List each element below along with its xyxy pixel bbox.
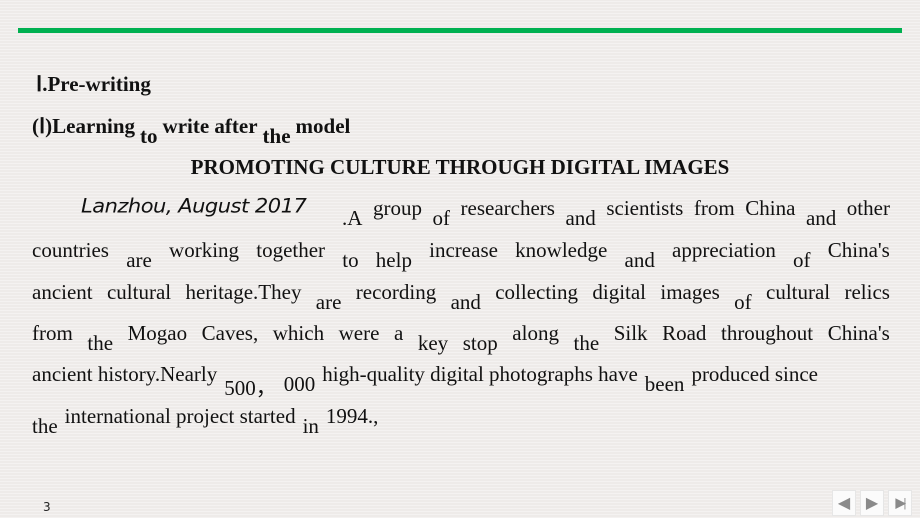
slide-navigation: ◀ ▶ ▶| — [832, 490, 912, 516]
body-word: knowledge — [515, 238, 608, 262]
body-word: Caves, — [201, 321, 259, 345]
subheading-word: model — [295, 114, 351, 138]
body-line: from the Mogao Caves, which were a key stop along… — [32, 321, 890, 361]
top-green-rule — [18, 28, 902, 33]
subheading-word: the — [262, 124, 291, 148]
body-word: 1994., — [325, 404, 379, 428]
next-slide-button[interactable]: ▶ — [860, 490, 884, 516]
body-word: of — [793, 248, 811, 272]
body-word: which — [272, 321, 325, 345]
body-word: images — [660, 280, 720, 304]
body-word: Silk — [613, 321, 648, 345]
body-word: a — [393, 321, 404, 345]
body-word: of — [432, 206, 450, 230]
body-word: Road — [662, 321, 707, 345]
body-word: collecting — [495, 280, 579, 304]
subheading-word: to — [140, 124, 158, 148]
body-word: help — [375, 248, 412, 272]
subheading-word: (Ⅰ)Learning — [32, 114, 136, 138]
body-word: from — [693, 196, 735, 220]
body-word: other — [846, 196, 890, 220]
body-word: Mogao — [127, 321, 188, 345]
skip-to-end-icon: ▶| — [895, 495, 907, 510]
body-word: cultural — [766, 280, 831, 304]
last-slide-button[interactable]: ▶| — [888, 490, 912, 516]
body-word: the — [32, 414, 58, 438]
body-word: stop — [462, 331, 498, 355]
body-word: to — [342, 248, 359, 272]
handwritten-dateline: Lanzhou, August 2017 — [81, 194, 307, 218]
body-word: high-quality digital photographs have — [322, 362, 638, 386]
body-word: been — [644, 372, 685, 396]
subheading-word: write after — [162, 114, 258, 138]
body-word: heritage.They — [185, 280, 302, 304]
body-line: .A group of researchers and scientists from Chi… — [342, 196, 890, 236]
body-line: ancient history.Nearly 500， 000 high-qualit… — [32, 362, 890, 402]
body-word: digital — [592, 280, 647, 304]
body-word: increase — [429, 238, 498, 262]
body-line: countries are working together to help increas… — [32, 238, 890, 278]
body-word: the — [573, 331, 600, 355]
body-word: produced since — [691, 362, 818, 386]
body-word: throughout — [720, 321, 814, 345]
body-word: in — [302, 414, 319, 438]
body-word: are — [126, 248, 152, 272]
body-word: from — [32, 321, 73, 345]
body-word: appreciation — [672, 238, 776, 262]
subheading: (Ⅰ)Learning to write after the model — [32, 114, 355, 148]
body-word: were — [338, 321, 380, 345]
body-word: China — [745, 196, 796, 220]
body-word: relics — [844, 280, 890, 304]
body-word: working — [169, 238, 240, 262]
body-line: ancient cultural heritage.They are recording… — [32, 280, 890, 320]
body-word: 500， — [224, 376, 277, 400]
body-word: group — [372, 196, 422, 220]
body-word: ancient history.Nearly — [32, 362, 218, 386]
body-word: along — [512, 321, 559, 345]
body-word: the — [87, 331, 114, 355]
body-word: China's — [827, 238, 890, 262]
body-word: key — [417, 331, 449, 355]
body-word: countries — [32, 238, 109, 262]
triangle-right-icon: ▶ — [865, 495, 879, 512]
body-word: cultural — [106, 280, 172, 304]
triangle-left-icon: ◀ — [837, 495, 851, 512]
body-word: and — [565, 206, 596, 230]
body-word: scientists — [606, 196, 684, 220]
body-word: of — [734, 290, 752, 314]
body-word: international project started — [64, 404, 296, 428]
body-word: ancient — [32, 280, 93, 304]
body-word: .A — [342, 206, 363, 230]
article-title: PROMOTING CULTURE THROUGH DIGITAL IMAGES — [190, 155, 730, 179]
section-heading: Ⅰ.Pre-writing — [36, 72, 151, 96]
body-word: are — [315, 290, 342, 314]
body-word: 000 — [283, 372, 316, 396]
body-word: researchers — [460, 196, 555, 220]
body-word: together — [256, 238, 326, 262]
body-line: the international project started in 1994., — [32, 404, 890, 444]
body-word: and — [805, 206, 837, 230]
body-word: and — [450, 290, 481, 314]
body-word: China's — [827, 321, 890, 345]
page-number: 3 — [43, 500, 51, 514]
previous-slide-button[interactable]: ◀ — [832, 490, 856, 516]
body-word: and — [624, 248, 655, 272]
body-word: recording — [355, 280, 437, 304]
